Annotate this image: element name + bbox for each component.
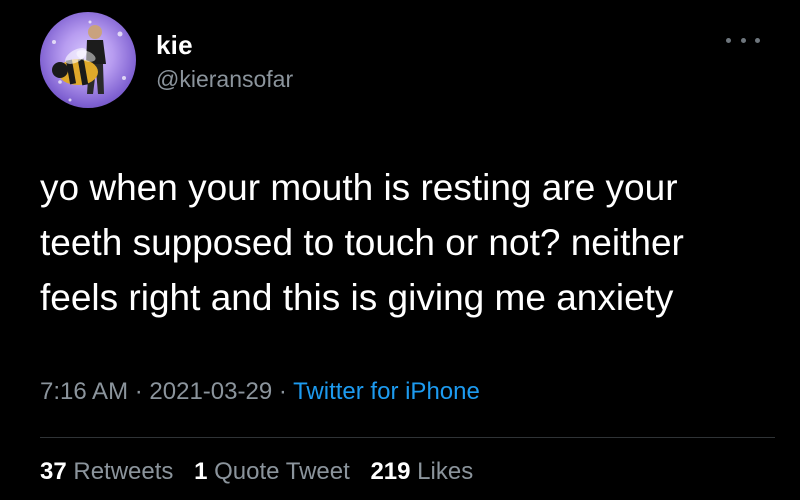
tweet-text: yo when your mouth is resting are your t… bbox=[40, 167, 684, 318]
retweets-label: Retweets bbox=[73, 458, 174, 485]
likes-count: 219 bbox=[370, 458, 411, 485]
dot bbox=[755, 37, 760, 43]
likes-label: Likes bbox=[417, 458, 474, 485]
quotes-label: Quote Tweet bbox=[214, 458, 350, 485]
tweet-time[interactable]: 7:16 AM bbox=[40, 378, 128, 405]
quotes-count: 1 bbox=[194, 458, 208, 485]
meta-separator: · bbox=[278, 378, 287, 405]
author-name[interactable]: kie bbox=[156, 30, 193, 61]
dot bbox=[740, 37, 746, 43]
dot bbox=[726, 37, 731, 43]
retweets-count: 37 bbox=[40, 458, 67, 485]
tweet-card: kie @kieransofar yo when your mouth is r… bbox=[0, 0, 800, 500]
author-handle[interactable]: @kieransofar bbox=[156, 66, 293, 93]
tweet-meta: 7:16 AM · 2021-03-29 · Twitter for iPhon… bbox=[40, 378, 480, 406]
more-horizontal-icon[interactable] bbox=[726, 30, 760, 50]
quotes-stat[interactable]: 1 Quote Tweet bbox=[194, 458, 350, 485]
avatar[interactable] bbox=[40, 12, 136, 108]
tweet-date[interactable]: 2021-03-29 bbox=[149, 378, 272, 405]
retweets-stat[interactable]: 37 Retweets bbox=[40, 458, 173, 485]
likes-stat[interactable]: 219 Likes bbox=[370, 458, 473, 485]
profile-photo-bee-icon bbox=[52, 20, 126, 102]
tweet-stats: 37 Retweets 1 Quote Tweet 219 Likes bbox=[40, 458, 473, 486]
meta-separator: · bbox=[134, 378, 143, 405]
divider bbox=[40, 437, 775, 438]
tweet-source-link[interactable]: Twitter for iPhone bbox=[293, 378, 480, 405]
